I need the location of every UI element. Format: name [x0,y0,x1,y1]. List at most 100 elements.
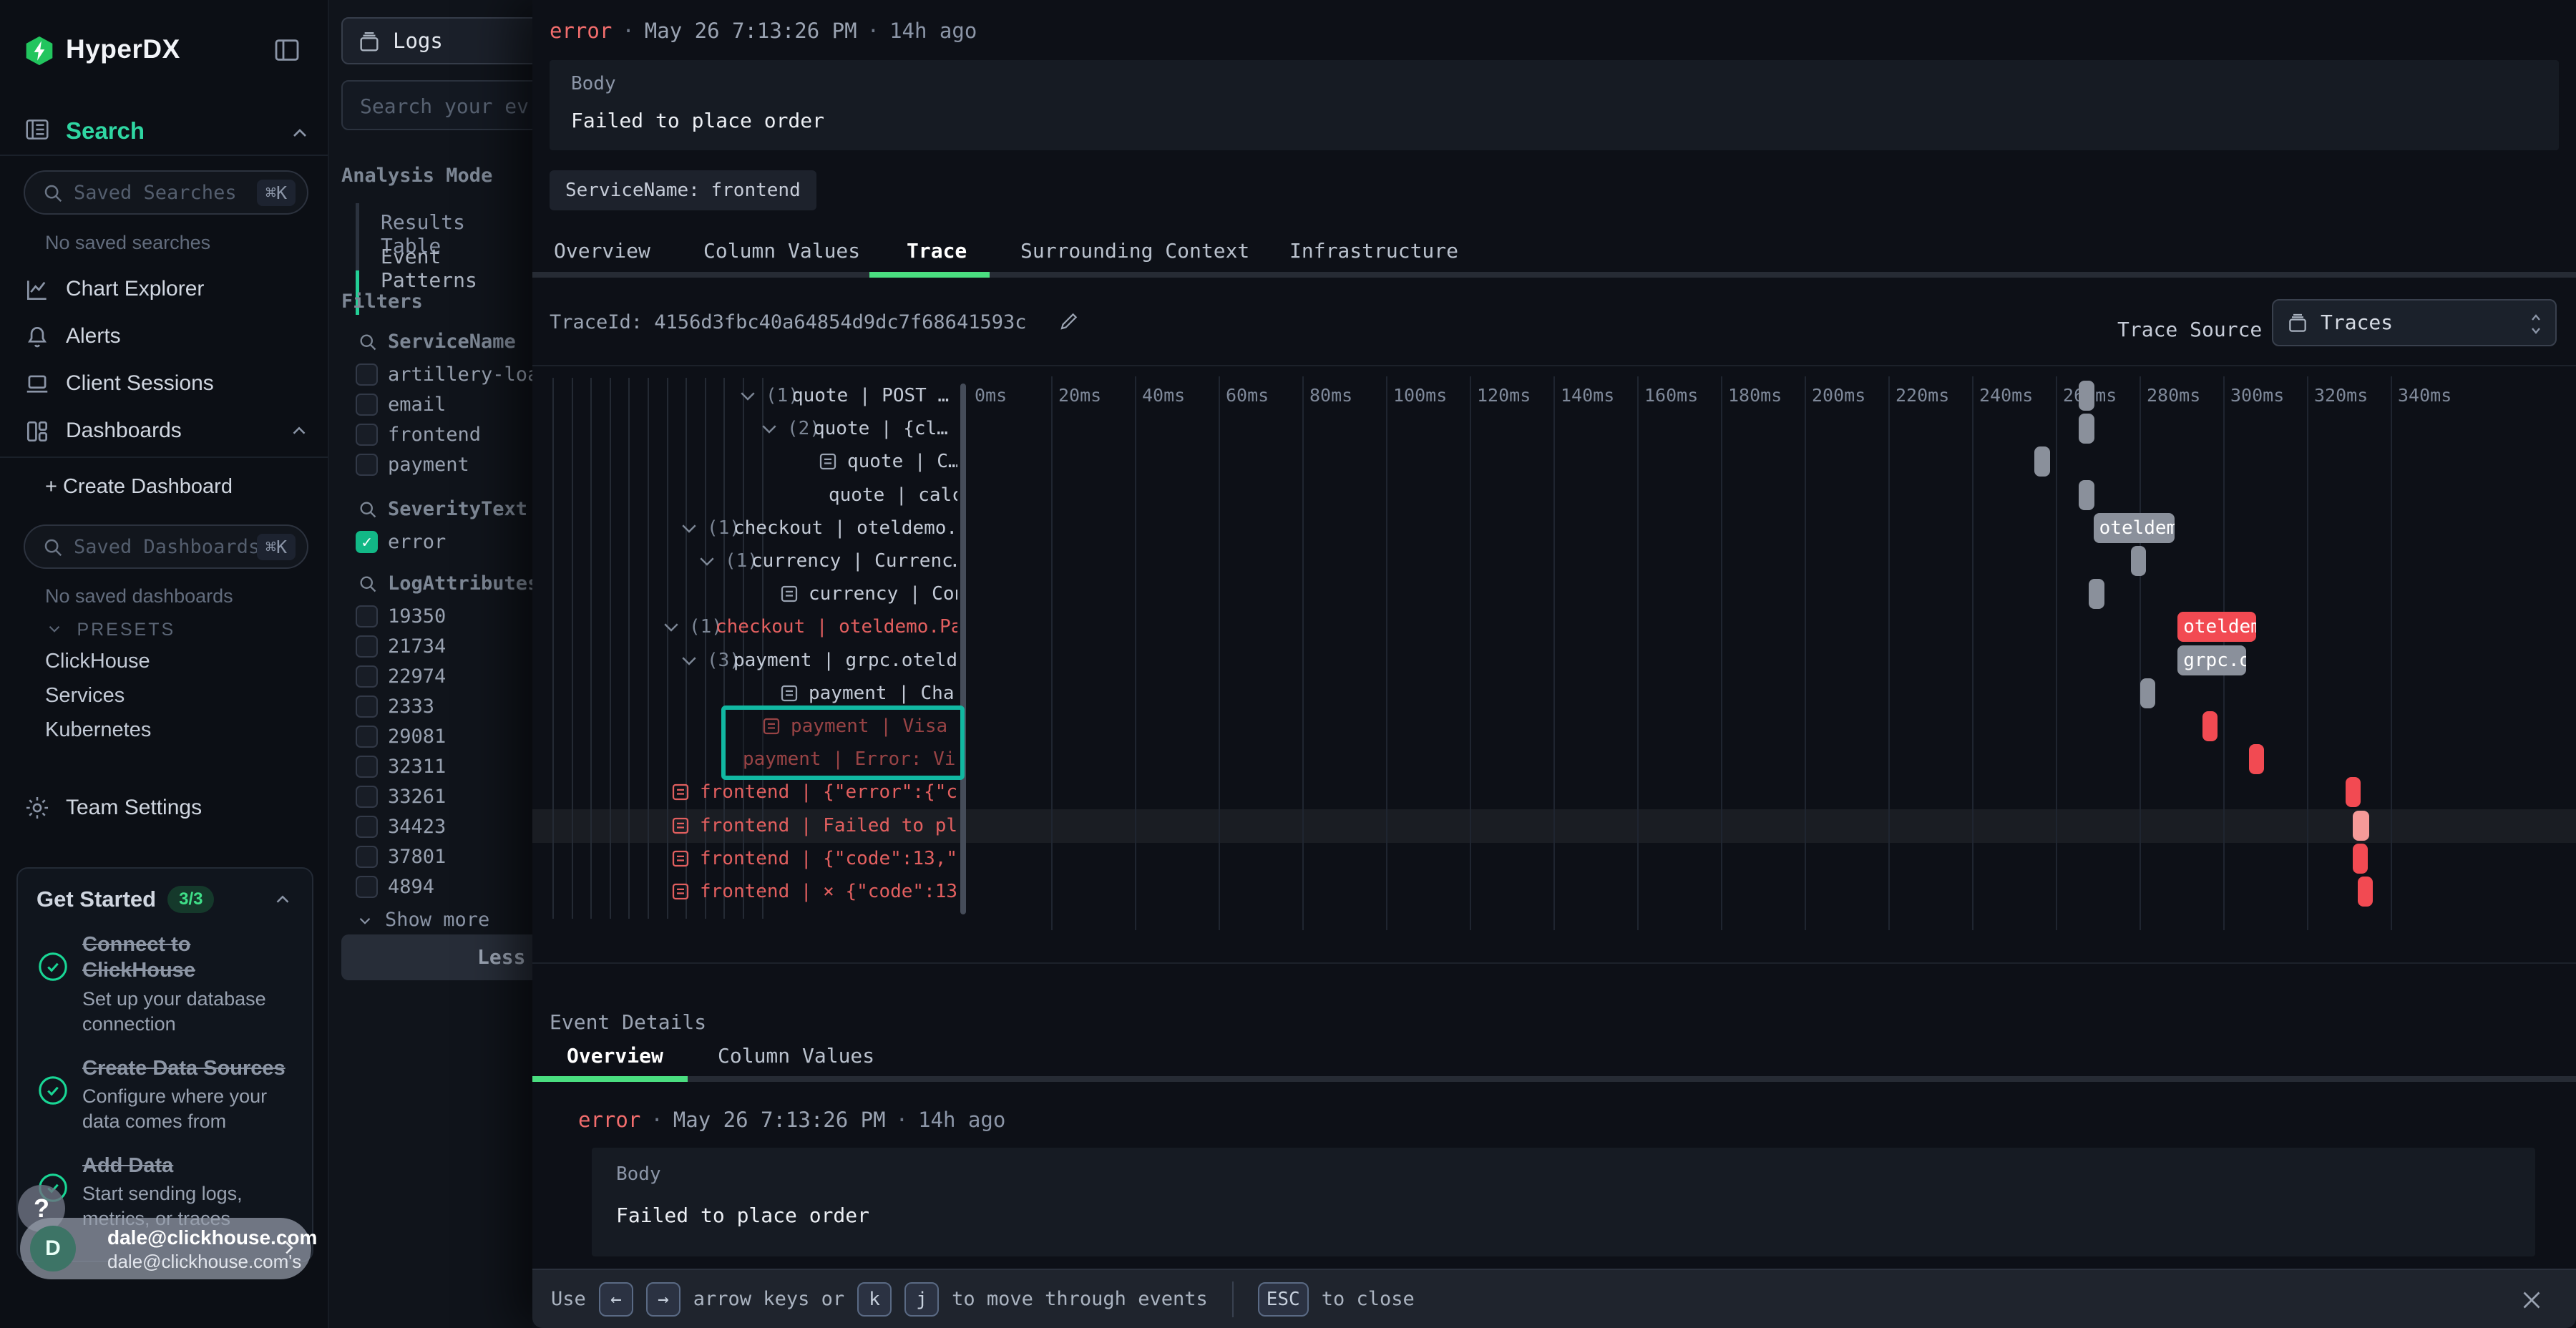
span-bar[interactable] [2079,414,2094,444]
filter-option-artillery-loa[interactable]: artillery-loa [329,361,532,391]
event-details-tab-column-values[interactable]: Column Values [718,1044,874,1068]
span-bar[interactable] [2353,811,2369,841]
span-label[interactable]: frontend | {"error":{"code… [700,781,957,803]
checkbox[interactable] [356,786,378,808]
source-select[interactable]: Logs [341,17,532,64]
checkbox[interactable] [356,816,378,838]
tab-infrastructure[interactable]: Infrastructure [1289,239,1458,263]
filter-option-2333[interactable]: 2333 [329,693,532,723]
span-bar[interactable] [2089,579,2104,609]
tab-overview[interactable]: Overview [554,239,650,263]
checkbox[interactable] [356,394,378,416]
waterfall-scrollbar[interactable] [960,384,966,914]
filter-option-payment[interactable]: payment [329,451,532,481]
saved-dashboards-input[interactable]: Saved Dashboards ⌘K [24,524,308,569]
tab-surrounding-context[interactable]: Surrounding Context [1020,239,1249,263]
checkbox[interactable] [356,605,378,628]
checkbox[interactable] [356,726,378,748]
span-label[interactable]: payment | grpc.oteld… [733,650,957,671]
span-label[interactable]: quote | POST … [792,385,949,406]
span-label[interactable]: frontend | Failed to place… [700,815,957,836]
filter-option-34423[interactable]: 34423 [329,813,532,843]
span-bar[interactable] [2353,844,2368,874]
tree-chevron-down-icon[interactable] [696,550,718,572]
span-label[interactable]: quote | {cl… [814,418,948,439]
span-label[interactable]: frontend | {"code":13,"det… [700,848,957,869]
span-label[interactable]: payment | Charge … [809,683,957,704]
span-bar[interactable] [2131,546,2146,576]
analysis-mode-event-patterns[interactable]: Event Patterns [381,245,532,292]
span-bar[interactable] [2346,777,2361,807]
span-bar[interactable]: oteldemo [2177,612,2256,642]
filter-option-email[interactable]: email [329,391,532,421]
sidebar-item-alerts[interactable]: Alerts [0,313,328,361]
span-bar[interactable] [2034,446,2050,477]
search-icon[interactable] [358,332,378,352]
span-label[interactable]: checkout | oteldemo.Pa… [716,616,957,638]
checkbox[interactable] [356,846,378,868]
span-label[interactable]: currency | Currenc… [751,550,957,572]
filter-option-32311[interactable]: 32311 [329,753,532,783]
user-menu[interactable]: D dale@clickhouse.com dale@clickhouse.co… [20,1218,311,1279]
checkbox[interactable] [356,454,378,476]
span-bar[interactable] [2358,877,2373,907]
span-bar[interactable] [2249,744,2264,774]
chevron-up-icon[interactable] [272,889,293,910]
event-search-input[interactable]: Search your ev [341,80,532,130]
filter-option-22974[interactable]: 22974 [329,663,532,693]
filter-option-29081[interactable]: 29081 [329,723,532,753]
span-bar[interactable] [2079,381,2094,411]
checkbox[interactable] [356,756,378,778]
chevron-up-icon[interactable] [288,420,310,441]
get-started-item[interactable]: Connect to ClickHouseSet up your databas… [36,932,293,1037]
close-icon[interactable] [2519,1287,2545,1313]
span-label[interactable]: quote | C… [847,451,957,472]
tree-chevron-down-icon[interactable] [737,385,758,406]
span-bar[interactable]: oteldemo [2094,513,2175,543]
span-label[interactable]: frontend | × {"code":13,"d… [700,881,957,902]
presets-header[interactable]: PRESETS [45,620,175,640]
sidebar-item-dashboards[interactable]: Dashboards [0,408,328,455]
filter-option-4894[interactable]: 4894 [329,873,532,903]
span-label[interactable]: currency | Conv… [809,583,957,605]
span-bar[interactable] [2079,480,2094,510]
create-dashboard-button[interactable]: + Create Dashboard [45,475,233,499]
sidebar-item-chart-explorer[interactable]: Chart Explorer [0,266,328,313]
checkbox-checked[interactable]: ✓ [356,531,378,553]
tree-chevron-down-icon[interactable] [660,616,682,638]
sidebar-item-team-settings[interactable]: Team Settings [0,787,328,831]
checkbox[interactable] [356,424,378,446]
search-icon[interactable] [358,574,378,594]
preset-item-kubernetes[interactable]: Kubernetes [45,718,151,742]
sidebar-item-client-sessions[interactable]: Client Sessions [0,361,328,408]
service-name-chip[interactable]: ServiceName: frontend [550,170,816,210]
less-filters-button[interactable]: Less fil [341,934,532,980]
edit-icon[interactable] [1058,311,1080,332]
tree-chevron-down-icon[interactable] [758,418,780,439]
filter-option-19350[interactable]: 19350 [329,602,532,633]
preset-item-services[interactable]: Services [45,684,125,708]
span-bar[interactable] [2140,678,2155,708]
span-bar[interactable]: grpc.o [2177,645,2246,675]
filter-option-21734[interactable]: 21734 [329,633,532,663]
filter-option-37801[interactable]: 37801 [329,843,532,873]
search-icon[interactable] [358,499,378,519]
filter-option-error[interactable]: ✓error [329,528,532,558]
span-bar[interactable] [2202,711,2218,741]
event-details-tab-overview[interactable]: Overview [567,1044,663,1068]
tree-chevron-down-icon[interactable] [678,517,700,539]
get-started-item[interactable]: Create Data SourcesConfigure where your … [36,1055,293,1134]
preset-item-clickhouse[interactable]: ClickHouse [45,650,150,673]
span-label[interactable]: quote | calc… [829,484,957,506]
collapse-sidebar-icon[interactable] [273,36,301,64]
checkbox[interactable] [356,876,378,898]
checkbox[interactable] [356,665,378,688]
tab-column-values[interactable]: Column Values [703,239,860,263]
filter-option-frontend[interactable]: frontend [329,421,532,451]
span-label[interactable]: checkout | oteldemo.… [733,517,957,539]
sidebar-section-search[interactable]: Search [66,117,145,145]
checkbox[interactable] [356,363,378,386]
trace-source-select[interactable]: Traces [2272,299,2557,346]
show-more-button[interactable]: Show more [329,909,532,937]
checkbox[interactable] [356,695,378,718]
